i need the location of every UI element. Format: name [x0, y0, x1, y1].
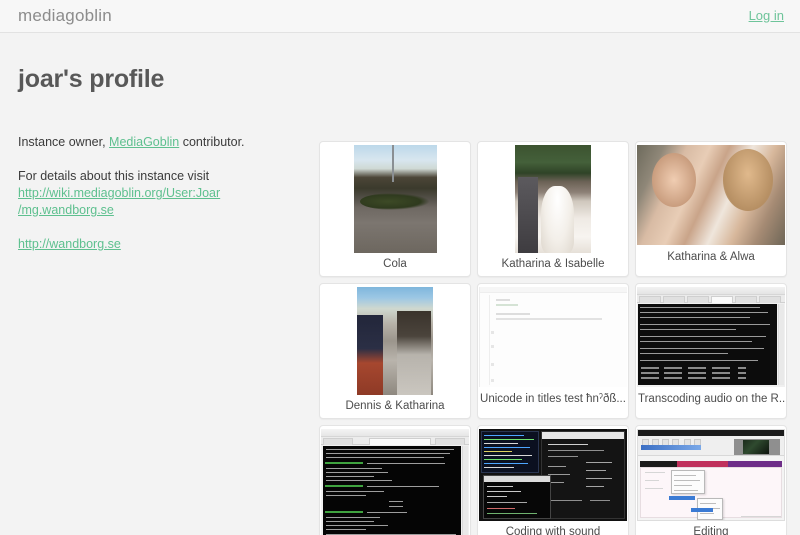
profile-bio: Instance owner, MediaGoblin contributor.: [18, 134, 294, 151]
media-card-cola[interactable]: Cola: [319, 141, 471, 277]
media-card-gnu-mediagoblin-rpi[interactable]: GNU MediaGoblin on a Ras...: [319, 425, 471, 535]
terminal-tabbar: [321, 437, 469, 445]
editor-progress-bar: [641, 445, 701, 450]
code-window-terminal: [483, 475, 551, 519]
site-logo[interactable]: mediagoblin: [18, 6, 112, 26]
media-card-transcoding-audio[interactable]: Transcoding audio on the R...: [635, 283, 787, 419]
terminal-titlebar: [637, 287, 785, 295]
document-text-line: [496, 318, 602, 320]
media-thumbnail-katharina-alwa[interactable]: [637, 145, 785, 245]
media-thumbnail-transcoding-audio[interactable]: [637, 287, 785, 387]
editor-selected-item[interactable]: [691, 508, 713, 512]
document-text-line: [496, 299, 510, 301]
media-thumbnail-coding-with-sound[interactable]: [479, 429, 627, 521]
editor-selected-row[interactable]: [669, 496, 695, 500]
terminal-titlebar: [321, 429, 469, 437]
wandborg-site-link[interactable]: http://wandborg.se: [18, 237, 121, 251]
terminal-scrollbar[interactable]: [778, 304, 784, 385]
header-inner: mediagoblin Log in: [0, 0, 800, 33]
document-gutter-mark: [491, 363, 494, 366]
media-thumbnail-unicode-test[interactable]: [479, 287, 627, 387]
media-title: Editing: [693, 526, 729, 535]
media-card-unicode-test[interactable]: Unicode in titles test ħnˀðß...: [477, 283, 629, 419]
bio-prefix-text: Instance owner,: [18, 135, 110, 149]
terminal-tab: [735, 296, 757, 303]
media-thumbnail-katharina-isabelle[interactable]: [515, 145, 591, 253]
document-gutter-mark: [491, 331, 494, 334]
media-card-dennis-katharina[interactable]: Dennis & Katharina: [319, 283, 471, 419]
terminal-tab: [687, 296, 709, 303]
wiki-user-link-continued[interactable]: /mg.wandborg.se: [18, 202, 294, 219]
media-card-editing[interactable]: Editing: [635, 425, 787, 535]
mediagoblin-link[interactable]: MediaGoblin: [109, 135, 179, 149]
terminal-tab: [435, 438, 465, 445]
document-text-line: [496, 304, 518, 306]
media-title: Katharina & Alwa: [667, 251, 755, 263]
media-title: Dennis & Katharina: [345, 400, 445, 412]
terminal-tab: [759, 296, 781, 303]
page-body: joar's profile Instance owner, MediaGobl…: [0, 33, 800, 535]
terminal-tabbar: [637, 295, 785, 303]
editor-canvas: [640, 467, 782, 520]
media-title: Cola: [383, 258, 407, 270]
media-title: Coding with sound: [505, 526, 601, 535]
details-text: For details about this instance visit: [18, 169, 210, 183]
document-gutter-line: [489, 295, 490, 385]
login-link[interactable]: Log in: [749, 8, 784, 23]
terminal-screen: [638, 304, 777, 385]
document-gutter-mark: [491, 379, 494, 382]
gallery-row: GNU MediaGoblin on a Ras...: [316, 425, 794, 535]
editor-preview-pane: [734, 439, 780, 455]
wiki-user-link[interactable]: http://wiki.mediagoblin.org/User:Joar: [18, 185, 294, 202]
terminal-tab-active: [369, 438, 431, 445]
media-title: Transcoding audio on the R...: [638, 393, 786, 405]
editor-context-menu[interactable]: [671, 470, 705, 494]
gallery-row: Dennis & Katharina Unicode in titles tes…: [316, 283, 794, 425]
terminal-screen: [323, 446, 461, 535]
document-gutter-mark: [491, 345, 494, 348]
media-thumbnail-editing[interactable]: [637, 429, 785, 521]
profile-sidebar: joar's profile Instance owner, MediaGobl…: [0, 33, 312, 270]
media-thumbnail-dennis-katharina[interactable]: [357, 287, 433, 395]
page-title: joar's profile: [18, 65, 165, 93]
bio-suffix-text: contributor.: [179, 135, 245, 149]
media-thumbnail-gnu-mediagoblin-rpi[interactable]: [321, 429, 469, 535]
terminal-tab-active: [711, 296, 733, 303]
terminal-tab: [663, 296, 685, 303]
terminal-tab: [323, 438, 353, 445]
media-title: Unicode in titles test ħnˀðß...: [480, 393, 626, 405]
terminal-scrollbar[interactable]: [462, 446, 468, 535]
code-window-left: [481, 431, 539, 473]
media-card-coding-with-sound[interactable]: Coding with sound: [477, 425, 629, 535]
media-card-katharina-alwa[interactable]: Katharina & Alwa: [635, 141, 787, 277]
media-title: Katharina & Isabelle: [501, 258, 605, 270]
media-thumbnail-cola[interactable]: [353, 145, 437, 253]
media-card-katharina-isabelle[interactable]: Katharina & Isabelle: [477, 141, 629, 277]
document-toolbar-strip: [480, 287, 627, 293]
document-text-line: [496, 313, 530, 315]
gallery-row: Cola Katharina & Isabelle Katharina & Al…: [316, 141, 794, 283]
terminal-tab: [639, 296, 661, 303]
site-header: mediagoblin Log in: [0, 0, 800, 33]
code-window-right: [541, 431, 625, 519]
profile-site: http://wandborg.se: [18, 236, 294, 253]
media-gallery: Cola Katharina & Isabelle Katharina & Al…: [316, 141, 794, 535]
profile-details: For details about this instance visit ht…: [18, 168, 294, 219]
